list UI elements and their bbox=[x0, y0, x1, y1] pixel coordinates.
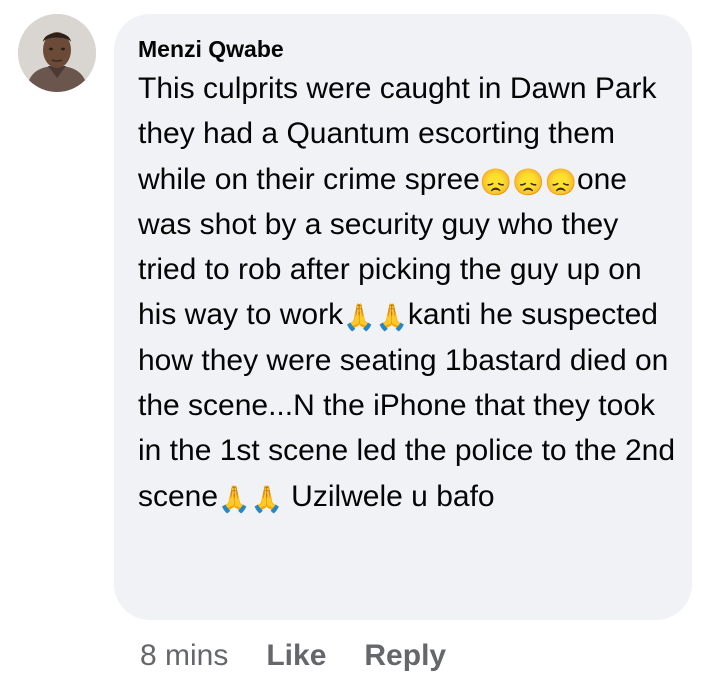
weary-face-emoji-icon: 😞 bbox=[544, 166, 577, 197]
profile-photo bbox=[18, 14, 96, 92]
weary-face-emoji-icon: 😞 bbox=[479, 166, 513, 197]
like-button[interactable]: Like bbox=[266, 639, 326, 673]
avatar[interactable] bbox=[18, 14, 96, 92]
reply-button[interactable]: Reply bbox=[364, 639, 446, 673]
author-name[interactable]: Menzi Qwabe bbox=[138, 36, 668, 62]
folded-hands-emoji-icon: 🙏 bbox=[218, 483, 251, 514]
folded-hands-emoji-icon: 🙏 bbox=[343, 302, 376, 333]
folded-hands-emoji-icon: 🙏 bbox=[375, 302, 408, 333]
comment-timestamp[interactable]: 8 mins bbox=[140, 639, 228, 673]
folded-hands-emoji-icon: 🙏 bbox=[250, 483, 283, 514]
comment-text: This culprits were caught in Dawn Park t… bbox=[138, 66, 678, 519]
comment-actions: 8 mins Like Reply bbox=[140, 638, 446, 674]
weary-face-emoji-icon: 😞 bbox=[512, 166, 545, 197]
comment-text-segment: Uzilwele u bafo bbox=[282, 479, 495, 513]
comment-bubble: Menzi Qwabe This culprits were caught in… bbox=[114, 14, 692, 620]
